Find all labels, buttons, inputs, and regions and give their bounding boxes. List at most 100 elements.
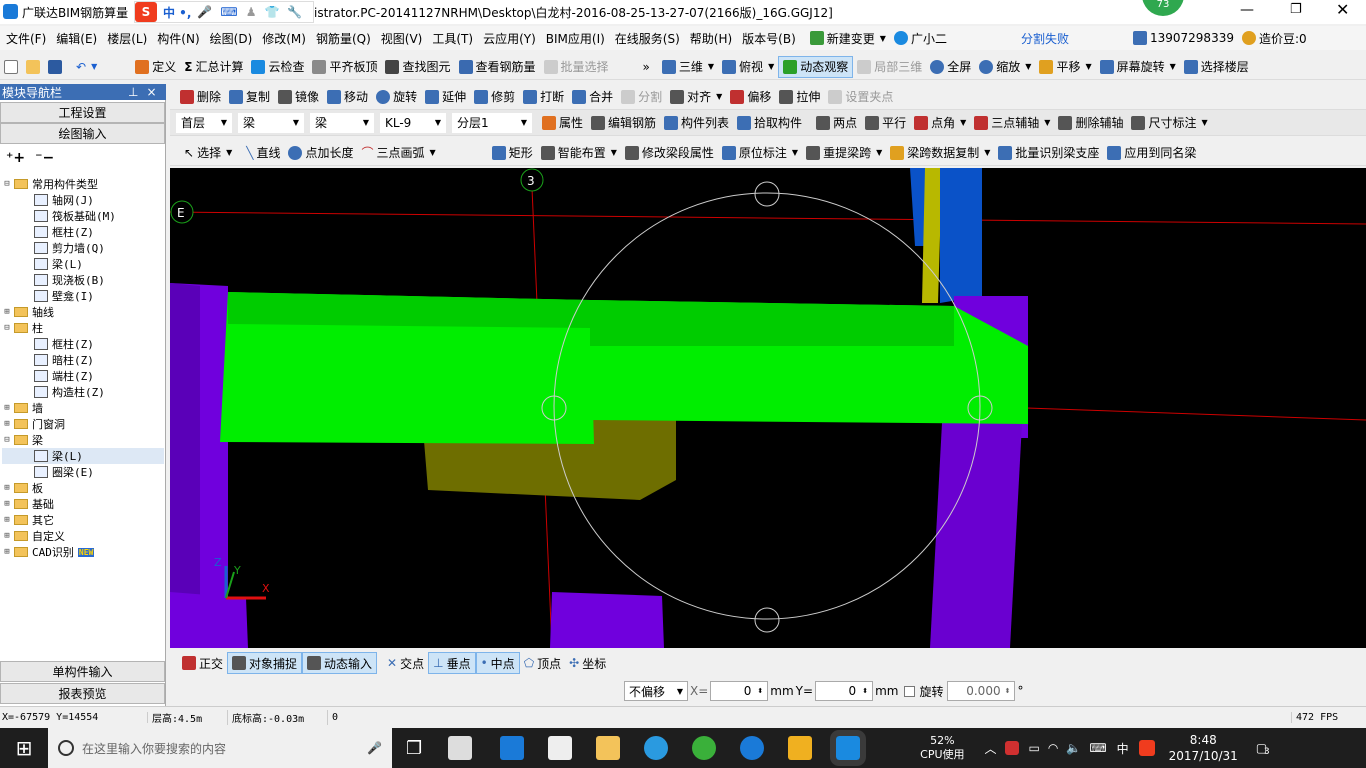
drawing-input-button[interactable]: 绘图输入 — [0, 123, 165, 144]
top-view-button[interactable]: 俯视 ▼ — [718, 56, 778, 78]
dimension-button[interactable]: 尺寸标注 ▼ — [1127, 112, 1211, 134]
menu-component[interactable]: 构件(N) — [157, 30, 199, 47]
ortho-button[interactable]: 正交 — [178, 652, 227, 674]
notification-badge[interactable]: 73 — [1142, 0, 1184, 16]
component-select[interactable]: KL-9 ▼ — [380, 112, 446, 133]
menu-online[interactable]: 在线服务(S) — [615, 30, 680, 47]
expand-all-icon[interactable]: ⁺+ — [6, 150, 25, 166]
fullscreen-button[interactable]: 全屏 — [926, 56, 975, 78]
expand-toggle-icon[interactable]: ⊟ — [2, 435, 12, 445]
tree-item[interactable]: 现浇板(B) — [2, 272, 164, 288]
assistant-button[interactable]: 广小二 — [890, 27, 951, 49]
windows-start-icon[interactable]: ⊞ — [0, 736, 48, 760]
layer-select[interactable]: 分层1 ▼ — [452, 112, 532, 133]
expand-toggle-icon[interactable]: ⊞ — [2, 403, 12, 413]
expand-toggle-icon[interactable]: ⊟ — [2, 323, 12, 333]
tree-item[interactable]: 框柱(Z) — [2, 336, 164, 352]
new-file-icon[interactable] — [4, 59, 18, 74]
ime-mode[interactable]: 中 •, — [163, 4, 191, 21]
align-button[interactable]: 对齐 ▼ — [666, 86, 726, 108]
batch-select-button[interactable]: 批量选择 — [540, 56, 613, 78]
sogou-icon[interactable]: S — [135, 2, 157, 22]
close-panel-icon[interactable]: × — [146, 85, 156, 99]
tree-item[interactable]: 框柱(Z) — [2, 224, 164, 240]
expand-toggle-icon[interactable]: ⊞ — [2, 531, 12, 541]
expand-toggle-icon[interactable]: ⊞ — [2, 547, 12, 557]
menu-tools[interactable]: 工具(T) — [432, 30, 473, 47]
three-point-arc-button[interactable]: ⌒ 三点画弧 ▼ — [358, 142, 440, 164]
clock[interactable]: 8:48 2017/10/31 — [1169, 732, 1238, 764]
tree-item[interactable]: 筏板基础(M) — [2, 208, 164, 224]
edit-rebar-button[interactable]: 编辑钢筋 — [587, 112, 660, 134]
action-center-icon[interactable]: ▢ 3 — [1256, 741, 1270, 757]
intersection-snap-button[interactable]: ✕ 交点 — [383, 652, 428, 674]
tree-folder[interactable]: ⊟ 柱 — [2, 320, 164, 336]
glodon-g-icon[interactable] — [740, 736, 765, 760]
delete-axis-button[interactable]: 删除辅轴 — [1054, 112, 1127, 134]
find-element-button[interactable]: 查找图元 — [381, 56, 454, 78]
dynamic-input-button[interactable]: 动态输入 — [302, 652, 378, 674]
tree-folder[interactable]: ⊞ CAD识别 NEW — [2, 544, 164, 560]
pick-component-button[interactable]: 拾取构件 — [733, 112, 806, 134]
save-icon[interactable] — [48, 59, 62, 74]
trim-button[interactable]: 修剪 — [470, 86, 519, 108]
expand-toggle-icon[interactable]: ⊞ — [2, 483, 12, 493]
three-point-axis-button[interactable]: 三点辅轴 ▼ — [970, 112, 1054, 134]
menu-rebar[interactable]: 钢筋量(Q) — [316, 30, 371, 47]
menu-floor[interactable]: 楼层(L) — [107, 30, 147, 47]
account-button[interactable]: 13907298339 — [1129, 27, 1238, 49]
menu-version[interactable]: 版本号(B) — [742, 30, 796, 47]
two-point-button[interactable]: 两点 — [812, 112, 861, 134]
point-length-button[interactable]: 点加长度 — [284, 142, 357, 164]
ime-indicator[interactable]: 中 — [1117, 740, 1129, 757]
rotate-checkbox[interactable] — [904, 685, 916, 697]
type-select-1[interactable]: 梁 ▼ — [238, 112, 304, 133]
split-button[interactable]: 分割 — [617, 86, 666, 108]
tray-red-icon[interactable] — [1004, 741, 1019, 755]
pan-button[interactable]: 平移 ▼ — [1035, 56, 1095, 78]
smart-layout-button[interactable]: 智能布置 ▼ — [537, 142, 621, 164]
tree-folder[interactable]: ⊞ 基础 — [2, 496, 164, 512]
expand-toggle-icon[interactable]: ⊞ — [2, 499, 12, 509]
menu-draw[interactable]: 绘图(D) — [210, 30, 253, 47]
3d-button[interactable]: 三维 ▼ — [658, 56, 718, 78]
collapse-all-icon[interactable]: ⁻− — [35, 150, 54, 166]
explorer-icon[interactable] — [596, 736, 621, 760]
battery-icon[interactable]: ▭ — [1029, 741, 1040, 755]
zoom-button[interactable]: 缩放 ▼ — [975, 56, 1035, 78]
menu-view[interactable]: 视图(V) — [381, 30, 423, 47]
component-list-button[interactable]: 构件列表 — [660, 112, 733, 134]
vertex-snap-button[interactable]: ⬠ 顶点 — [520, 652, 565, 674]
modify-beam-segment-button[interactable]: 修改梁段属性 — [621, 142, 718, 164]
wrench-icon[interactable]: 🔧 — [287, 5, 302, 19]
tree-folder[interactable]: ⊟ 梁 — [2, 432, 164, 448]
glodon-active-icon[interactable] — [830, 730, 867, 766]
tree-folder[interactable]: ⊞ 墙 — [2, 400, 164, 416]
tree-folder[interactable]: ⊞ 板 — [2, 480, 164, 496]
object-snap-button[interactable]: 对象捕捉 — [227, 652, 303, 674]
fan-app-icon[interactable] — [448, 736, 473, 760]
break-button[interactable]: 打断 — [519, 86, 568, 108]
expand-toggle-icon[interactable]: ⊞ — [2, 419, 12, 429]
x-spinner-icon[interactable]: ⬍ — [757, 687, 763, 695]
expand-toggle-icon[interactable]: ⊞ — [2, 307, 12, 317]
tree-folder[interactable]: ⊞ 轴线 — [2, 304, 164, 320]
tree-item[interactable]: 暗柱(Z) — [2, 352, 164, 368]
tree-item[interactable]: 轴网(J) — [2, 192, 164, 208]
menu-help[interactable]: 帮助(H) — [690, 30, 732, 47]
view-rebar-button[interactable]: 查看钢筋量 — [455, 56, 540, 78]
coordinate-snap-button[interactable]: ✣ 坐标 — [565, 652, 610, 674]
ime-toolbar[interactable]: S 中 •, 🎤 ⌨ ♟ 👕 🔧 — [134, 1, 314, 23]
x-input[interactable]: 0 ⬍ — [710, 681, 769, 701]
tree-item[interactable]: 构造柱(Z) — [2, 384, 164, 400]
stretch-button[interactable]: 拉伸 — [775, 86, 824, 108]
taskbar-search-box[interactable]: 在这里输入你要搜索的内容 🎤 — [48, 728, 392, 768]
y-spinner-icon[interactable]: ⬍ — [862, 687, 868, 695]
angle-spinner-icon[interactable]: ⬍ — [1005, 687, 1011, 695]
select-floor-button[interactable]: 选择楼层 — [1180, 56, 1253, 78]
tree-folder[interactable]: ⊞ 自定义 — [2, 528, 164, 544]
align-slab-top-button[interactable]: 平齐板顶 — [308, 56, 381, 78]
tree-item[interactable]: 圈梁(E) — [2, 464, 164, 480]
move-button[interactable]: 移动 — [323, 86, 372, 108]
tree-item[interactable]: 剪力墙(Q) — [2, 240, 164, 256]
